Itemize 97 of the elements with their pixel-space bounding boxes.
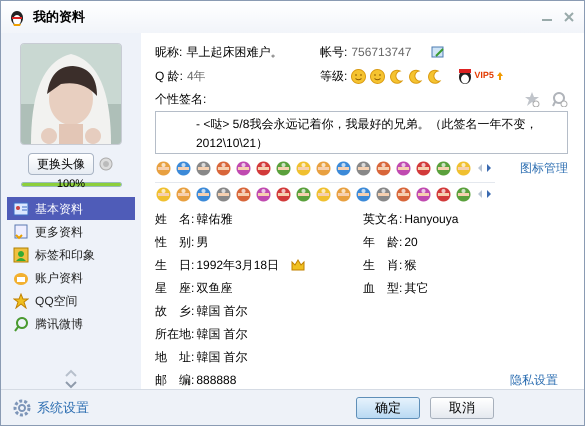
field-value: 韓国 首尔 (196, 302, 248, 320)
field-label: 等级: (320, 68, 348, 86)
service-icon[interactable] (295, 186, 312, 203)
person-icon (13, 246, 29, 262)
up-arrow-icon (496, 71, 504, 82)
icon-manage-link[interactable]: 图标管理 (520, 159, 568, 178)
field-label: 故 乡: (155, 302, 194, 320)
service-icon[interactable] (215, 160, 232, 177)
star-icon[interactable] (524, 90, 540, 107)
field-value: 韓国 首尔 (196, 348, 248, 366)
scroll-down-icon[interactable] (65, 381, 77, 389)
service-icon[interactable] (175, 186, 192, 203)
penguin-icon (9, 8, 25, 26)
nav-item[interactable]: 腾讯微博 (7, 312, 135, 335)
right-arrow-icon[interactable] (486, 189, 492, 200)
field-label: 星 座: (155, 280, 194, 296)
field-label: 个性签名: (155, 90, 206, 108)
service-icon[interactable] (435, 186, 452, 203)
service-icon[interactable] (215, 186, 232, 203)
service-icon[interactable] (195, 186, 212, 203)
window-title: 我的资料 (33, 8, 85, 26)
edit-icon[interactable] (431, 45, 446, 60)
field-label: 所在地: (155, 326, 194, 342)
field-label: 英文名: (363, 210, 402, 228)
penguin-icon (458, 68, 472, 84)
service-icon[interactable] (375, 186, 392, 203)
field-value: Hanyouya (404, 210, 458, 228)
moon-icon (408, 68, 424, 84)
field-label: 生 日: (155, 256, 194, 274)
moon-icon (427, 68, 442, 84)
field-value: 韓国 首尔 (196, 326, 248, 342)
sun-icon (370, 68, 386, 84)
field-label: 年 龄: (363, 234, 402, 250)
field-value: 20 (404, 234, 418, 250)
service-icon[interactable] (355, 160, 372, 177)
service-icon[interactable] (395, 160, 412, 177)
settings-icon[interactable] (13, 398, 31, 416)
field-value: 1992年3月18日 (196, 256, 280, 274)
nav-item[interactable]: 标签和印象 (7, 243, 135, 266)
field-value: 早上起床困难户。 (186, 44, 282, 62)
document-icon (13, 224, 29, 240)
moon-icon (389, 68, 404, 84)
service-icon[interactable] (455, 186, 472, 203)
field-label: 姓 名: (155, 210, 194, 228)
service-icon[interactable] (335, 186, 352, 203)
close-icon[interactable] (562, 10, 576, 24)
service-icon[interactable] (375, 160, 392, 177)
nav-item[interactable]: 更多资料 (7, 220, 135, 243)
service-icon[interactable] (415, 186, 432, 203)
service-icon[interactable] (195, 160, 212, 177)
privacy-link[interactable]: 隐私设置 (510, 371, 558, 389)
field-label: 地 址: (155, 348, 194, 366)
field-value: 4年 (187, 68, 206, 86)
magnifier-icon[interactable] (552, 90, 568, 107)
service-icon[interactable] (315, 160, 332, 177)
crown-icon (291, 258, 306, 270)
ok-button[interactable]: 确定 (356, 396, 420, 418)
service-icon[interactable] (415, 160, 432, 177)
field-value: 男 (196, 234, 208, 250)
nav-item[interactable]: 账户资料 (7, 266, 135, 289)
star-icon (13, 292, 29, 308)
field-value: 888888 (196, 372, 236, 388)
right-arrow-icon[interactable] (486, 163, 492, 174)
field-label: 性 别: (155, 234, 194, 250)
service-icon[interactable] (235, 186, 252, 203)
service-icon[interactable] (155, 160, 172, 177)
field-value: 韓佑雅 (196, 210, 232, 228)
system-settings-link[interactable]: 系统设置 (37, 398, 89, 418)
field-label: 血 型: (363, 280, 402, 296)
change-avatar-button[interactable]: 更换头像 (28, 153, 94, 175)
signature-field[interactable]: - <哒> 5/8我会永远记着你，我最好的兄弟。（此签名一年不变，2012\10\21） (155, 111, 568, 154)
vip-label: VIP5 (474, 69, 494, 82)
service-icon[interactable] (175, 160, 192, 177)
service-icon[interactable] (395, 186, 412, 203)
service-icon[interactable] (435, 160, 452, 177)
service-icon[interactable] (275, 160, 292, 177)
service-icon[interactable] (335, 160, 352, 177)
service-icon[interactable] (235, 160, 252, 177)
service-icon[interactable] (255, 186, 272, 203)
service-icon[interactable] (255, 160, 272, 177)
nav-item[interactable]: 基本资料 (7, 197, 135, 220)
field-value: 双鱼座 (196, 280, 232, 296)
field-label: 昵称: (155, 44, 182, 62)
service-icon[interactable] (355, 186, 372, 203)
service-icon[interactable] (275, 186, 292, 203)
profile-card-icon (13, 200, 29, 216)
field-label: 帐号: (320, 44, 348, 62)
field-value: 其它 (404, 280, 428, 296)
field-value: 猴 (404, 256, 416, 274)
nav-item[interactable]: QQ空间 (7, 289, 135, 312)
sun-icon (351, 68, 366, 84)
field-label: 邮 编: (155, 372, 194, 388)
field-value: 756713747 (351, 44, 412, 62)
cancel-button[interactable]: 取消 (430, 396, 494, 418)
field-label: 生 肖: (363, 256, 402, 274)
magnifier-icon (13, 316, 29, 332)
field-label: Q 龄: (155, 68, 184, 86)
